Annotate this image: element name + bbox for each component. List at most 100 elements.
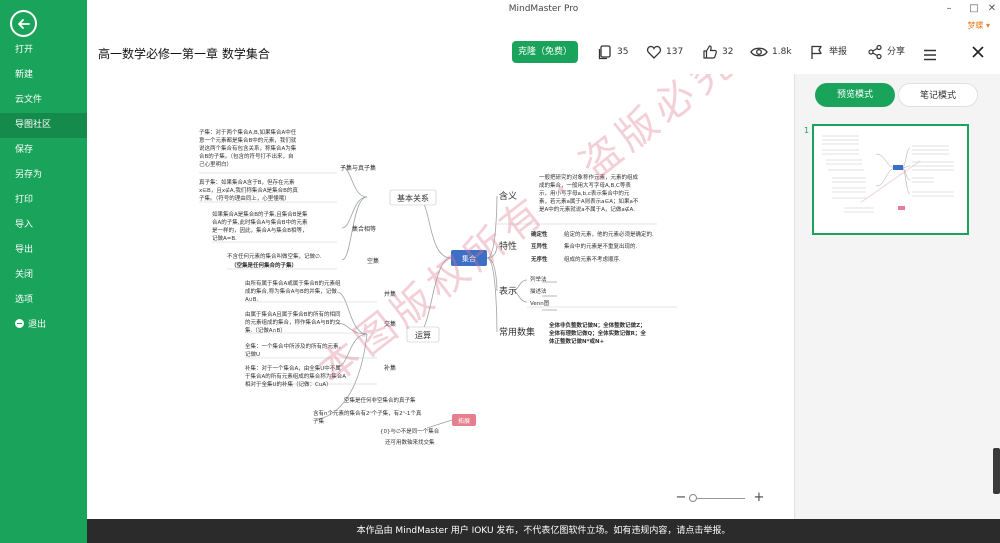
sidebar-item-export[interactable]: 导出: [0, 238, 87, 263]
note-meaning-1: 一般把研究的对象称作元素，元素的组成: [539, 173, 639, 181]
extension-item-2: 含有n个元素的集合有2ⁿ个子集，有2ⁿ-1个真: [313, 409, 422, 417]
note-universal-1: 全集：一个集合中所涉及的所有的元素，: [245, 342, 344, 350]
report-label: 举报: [829, 47, 848, 57]
note-meaning-2: 成的集合，一般用大写字母A,B,C等表: [539, 181, 631, 189]
thumbs-up-icon: [703, 45, 717, 59]
property-name-2: 互异性: [531, 242, 548, 250]
footer-notice[interactable]: 本作品由 MindMaster 用户 IOKU 发布，不代表亿图软件立场。如有违…: [87, 519, 1000, 543]
extension-item-5: 还可用数轴来找交集: [385, 438, 435, 446]
back-button[interactable]: [10, 10, 37, 37]
minus-circle-icon: [15, 319, 24, 328]
note-equal-2: 合A的子集,此时集合A与集合B中的元素: [212, 218, 308, 226]
subtopic-complement[interactable]: 补集: [384, 364, 396, 372]
center-node-label: 集合: [462, 254, 476, 263]
sidebar-item-exit[interactable]: 退出: [0, 313, 87, 338]
subtopic-empty-set[interactable]: 空集: [367, 257, 379, 265]
subtopic-subset[interactable]: 子集与真子集: [340, 164, 376, 172]
side-scroll-widget[interactable]: [993, 448, 1000, 494]
pages-count: 35: [617, 47, 629, 57]
menu-button[interactable]: [924, 46, 936, 61]
note-equal-3: 是一样的，因此，集合A与集合B相等，: [212, 226, 308, 234]
zoom-out-button[interactable]: −: [675, 491, 687, 505]
sidebar: 打开 新建 云文件 导图社区 保存 另存为 打印 导入 导出 关闭 选项 退出: [0, 0, 87, 543]
subtopic-equal[interactable]: 集合相等: [352, 225, 376, 233]
note-subset-5: 己心里明白）: [199, 160, 232, 168]
note-subset-2: 意一个元素都是集合B中的元素，我们就: [199, 136, 297, 144]
sidebar-item-options[interactable]: 选项: [0, 288, 87, 313]
property-desc-2: 集合中的元素是不重复出现的.: [564, 242, 638, 250]
close-icon: [972, 46, 984, 58]
sidebar-item-cloud-files[interactable]: 云文件: [0, 88, 87, 113]
views-count: 1.8k: [772, 47, 792, 57]
extension-item-3: 子集: [313, 417, 325, 425]
page-title: 高一数学必修一第一章 数学集合: [98, 47, 270, 61]
sidebar-item-save[interactable]: 保存: [0, 138, 87, 163]
mindmap-canvas[interactable]: 集合 基本关系 运算 子集与真子集 集合相等 空集 并集 交集 补集 子集：对于…: [87, 74, 793, 518]
document-header: 高一数学必修一第一章 数学集合 克隆（免费） 35 137 32 1.8k 举报…: [87, 36, 1000, 68]
like-stat[interactable]: 32: [702, 44, 746, 60]
note-union-2: 成的集合,称为集合A与B的并集，记做: [245, 287, 337, 295]
maximize-button[interactable]: □: [967, 3, 981, 15]
sidebar-item-open[interactable]: 打开: [0, 38, 87, 63]
sidebar-item-community[interactable]: 导图社区: [0, 113, 87, 138]
note-empty-2: （空集是任何集合的子集）: [231, 261, 297, 269]
close-document-button[interactable]: [971, 44, 985, 58]
note-subset-6: 真子集：如果集合A含于B，但存在元素: [199, 178, 295, 186]
branch-operations-label: 运算: [415, 330, 431, 340]
note-subset-3: 说这两个集合有包含关系，称集合A为集: [199, 144, 297, 152]
extension-tag-label: 拓展: [458, 417, 470, 425]
note-meaning-4: 素，若元素a属于A则表示a∈A；如果a不: [539, 197, 639, 205]
note-intersection-3: 集.（记做A∩B）: [245, 326, 286, 334]
sidebar-item-print[interactable]: 打印: [0, 188, 87, 213]
page-thumbnail[interactable]: ──────────: [812, 124, 969, 235]
zoom-slider-handle[interactable]: [689, 494, 697, 502]
property-desc-3: 组成的元素不考虑顺序.: [564, 255, 621, 263]
branch-number-sets[interactable]: 常用数集: [499, 326, 535, 338]
note-subset-4: 合B的子集。（包含的符号打不出来，自: [199, 152, 294, 160]
title-bar: MindMaster Pro – □ ✕: [87, 0, 1000, 20]
preview-mode-button[interactable]: 预览模式: [815, 83, 895, 107]
mindmap[interactable]: 集合 基本关系 运算 子集与真子集 集合相等 空集 并集 交集 补集 子集：对于…: [87, 74, 793, 518]
note-subset-8: 子集。（符号的理由同上，心里懂哦）: [199, 194, 290, 202]
sidebar-item-close[interactable]: 关闭: [0, 263, 87, 288]
clone-button[interactable]: 克隆（免费）: [512, 41, 578, 63]
zoom-slider-track[interactable]: [689, 498, 745, 499]
branch-properties[interactable]: 特性: [499, 240, 517, 252]
arrow-left-icon: [18, 19, 30, 29]
branch-meaning[interactable]: 含义: [499, 190, 517, 202]
sidebar-item-save-as[interactable]: 另存为: [0, 163, 87, 188]
subtopic-union[interactable]: 并集: [384, 290, 396, 298]
mindmaster-window: 打开 新建 云文件 导图社区 保存 另存为 打印 导入 导出 关闭 选项 退出 …: [0, 0, 1000, 543]
minimize-button[interactable]: –: [942, 3, 956, 15]
property-desc-1: 给定的元素，他的元素必须是确定的.: [564, 230, 654, 238]
representation-2: 描述法: [530, 287, 547, 295]
number-sets-2: 全体有理数记做Q；全体实数记做R；全: [548, 329, 646, 337]
number-sets-1: 全体非负整数记做N；全体整数记做Z；: [548, 321, 646, 329]
user-name[interactable]: 梦蝶 ▾: [967, 20, 990, 31]
share-button[interactable]: 分享: [867, 44, 913, 60]
sidebar-item-new[interactable]: 新建: [0, 63, 87, 88]
right-panel: 预览模式 笔记模式 1 ──────────: [794, 74, 1000, 519]
views-stat: 1.8k: [750, 44, 804, 60]
note-intersection-1: 由属于集合A且属于集合B的所有的相同: [245, 310, 341, 318]
sidebar-item-import[interactable]: 导入: [0, 213, 87, 238]
extension-item-1: 空集是任何非空集合的真子集: [344, 396, 416, 404]
extension-item-4: {0}与∅不是同一个集合: [380, 427, 440, 435]
zoom-in-button[interactable]: +: [753, 491, 765, 505]
note-complement-2: 于集合A的所有元素组成的集合称为集合A: [245, 372, 346, 380]
branch-representation[interactable]: 表示: [499, 285, 517, 297]
eye-icon: [750, 47, 768, 57]
flag-icon: [811, 45, 822, 59]
favorite-stat[interactable]: 137: [646, 44, 694, 60]
property-name-3: 无序性: [530, 255, 548, 263]
page-number: 1: [804, 126, 810, 135]
note-complement-3: 相对于全集U的补集（记做：CuA）: [245, 380, 332, 388]
note-empty-1: 不含任何元素的集合叫做空集，记做∅.: [227, 252, 322, 260]
report-button[interactable]: 举报: [809, 44, 853, 60]
notes-mode-button[interactable]: 笔记模式: [898, 83, 978, 107]
window-close-button[interactable]: ✕: [985, 3, 999, 15]
note-meaning-5: 是A中的元素就说a不属于A，记做a∉A.: [539, 205, 635, 213]
subtopic-intersection[interactable]: 交集: [384, 320, 396, 328]
property-name-1: 确定性: [531, 230, 548, 238]
pages-stat[interactable]: 35: [597, 44, 641, 60]
